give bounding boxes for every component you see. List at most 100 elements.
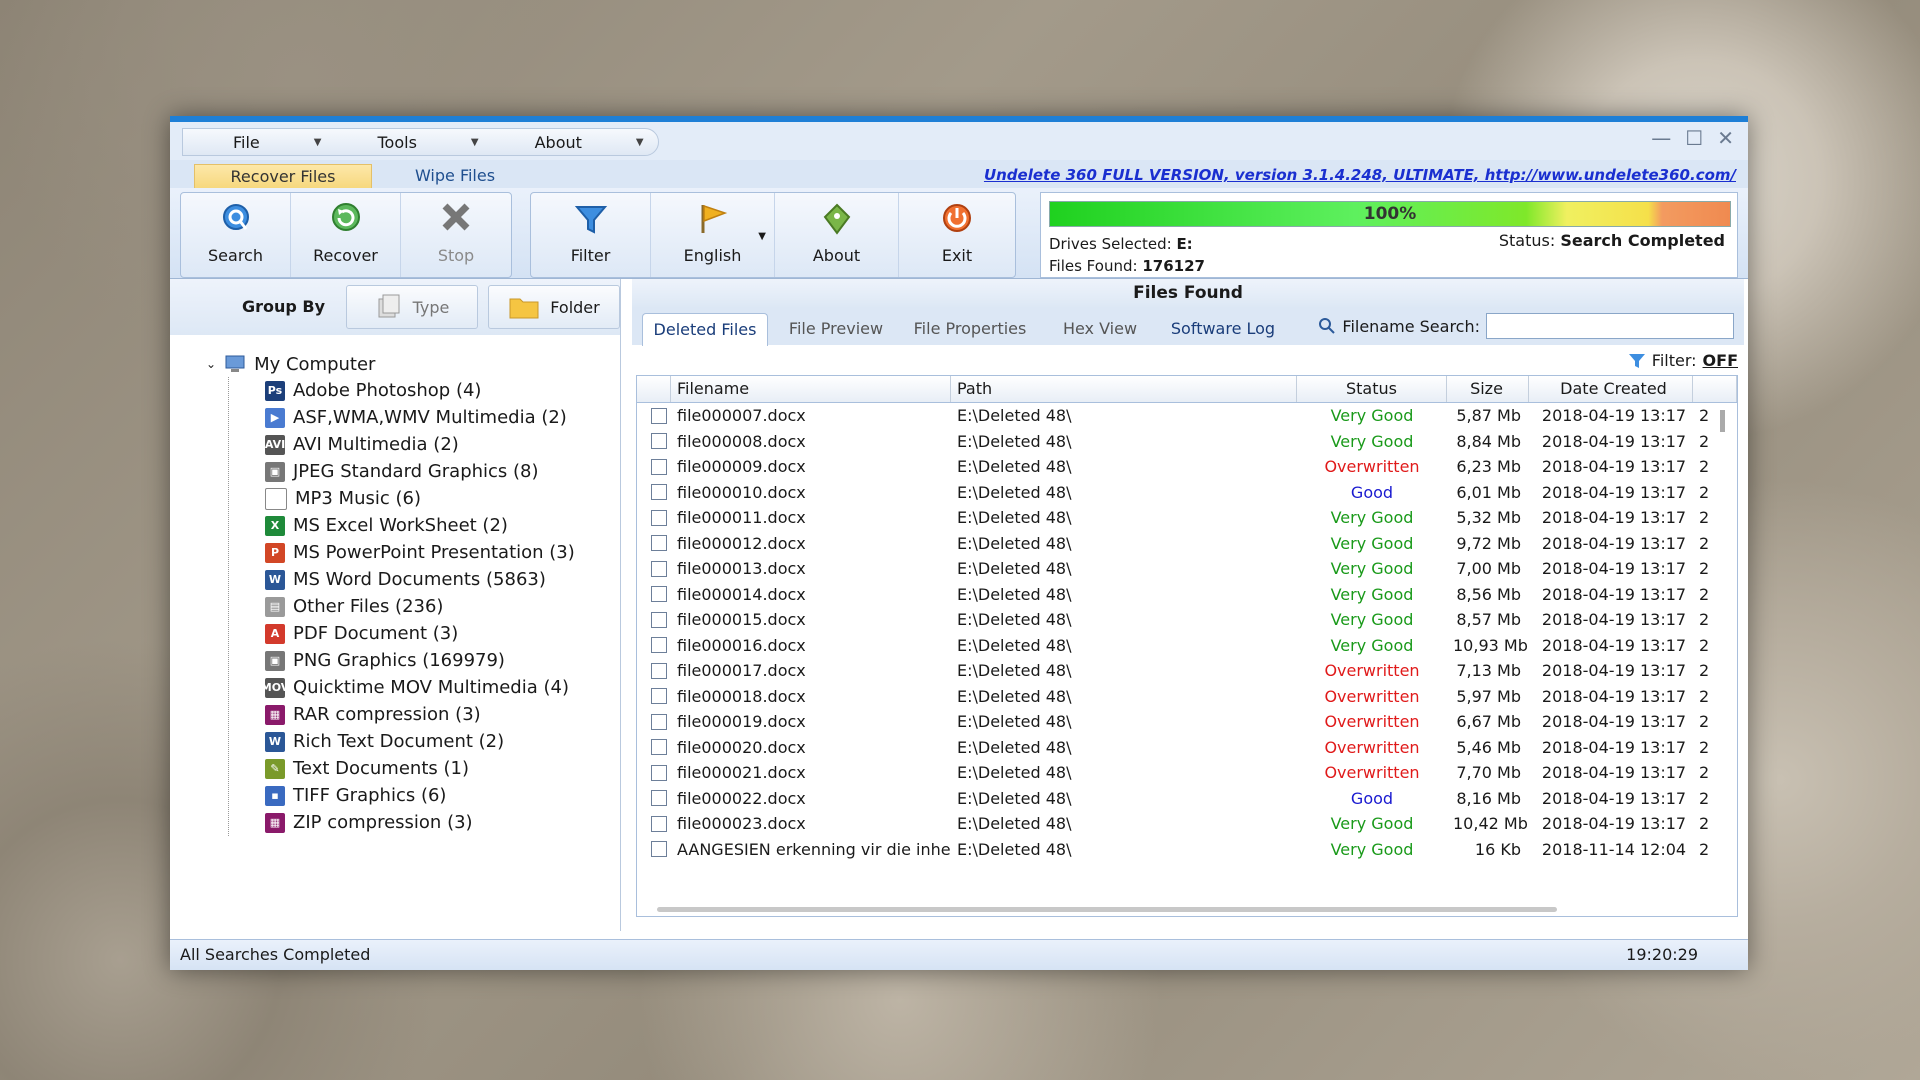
tab-hex-view[interactable]: Hex View <box>1050 313 1150 345</box>
table-row[interactable]: file000011.docx E:\Deleted 48\ Very Good 5,… <box>637 505 1737 531</box>
tree-item[interactable]: P MS PowerPoint Presentation (3) <box>265 539 575 566</box>
table-row[interactable]: file000010.docx E:\Deleted 48\ Good 6,01 Mb… <box>637 480 1737 506</box>
header-size[interactable]: Size <box>1447 376 1529 402</box>
group-by-folder-button[interactable]: Folder <box>488 285 620 329</box>
row-checkbox[interactable] <box>651 509 667 526</box>
header-status[interactable]: Status <box>1297 376 1447 402</box>
row-checkbox[interactable] <box>651 688 667 705</box>
tree-root-my-computer[interactable]: ⌄ My Computer <box>206 351 575 377</box>
version-link[interactable]: Undelete 360 FULL VERSION, version 3.1.4… <box>984 166 1736 184</box>
tree-item[interactable]: MOV Quicktime MOV Multimedia (4) <box>261 674 575 701</box>
filter-value[interactable]: OFF <box>1703 351 1738 370</box>
tree-item[interactable]: ▦ RAR compression (3) <box>265 701 575 728</box>
table-row[interactable]: file000014.docx E:\Deleted 48\ Very Good 8,… <box>637 582 1737 608</box>
table-row[interactable]: file000022.docx E:\Deleted 48\ Good 8,16 Mb… <box>637 786 1737 812</box>
group-by-type-button[interactable]: Type <box>346 285 478 329</box>
cell-extra: 2 <box>1699 814 1710 834</box>
filename-search-input[interactable] <box>1486 313 1734 339</box>
maximize-icon[interactable]: ☐ <box>1685 126 1703 150</box>
search-button[interactable]: Search <box>181 193 291 277</box>
menu-about[interactable]: About ▼ <box>535 133 644 152</box>
tree-item[interactable]: A PDF Document (3) <box>265 620 575 647</box>
tab-file-properties[interactable]: File Properties <box>902 313 1038 345</box>
row-checkbox[interactable] <box>651 433 667 450</box>
language-button[interactable]: English ▼ <box>651 193 775 277</box>
tree-item[interactable]: Ps Adobe Photoshop (4) <box>265 377 575 404</box>
cell-date-created: 2018-04-19 13:17 <box>1541 559 1687 579</box>
filter-status[interactable]: Filter: OFF <box>1628 351 1738 370</box>
row-checkbox[interactable] <box>651 815 667 832</box>
filter-button[interactable]: Filter <box>531 193 651 277</box>
tab-software-log[interactable]: Software Log <box>1158 313 1288 345</box>
tab-deleted-files[interactable]: Deleted Files <box>642 313 768 346</box>
cell-path: E:\Deleted 48\ <box>957 788 1072 808</box>
menu-tools[interactable]: Tools ▼ <box>377 133 478 152</box>
row-checkbox[interactable] <box>651 560 667 577</box>
tree-item[interactable]: W Rich Text Document (2) <box>265 728 575 755</box>
row-checkbox[interactable] <box>651 841 667 858</box>
table-row[interactable]: file000023.docx E:\Deleted 48\ Very Good 10… <box>637 811 1737 837</box>
tree-item[interactable]: ✎ Text Documents (1) <box>265 755 575 782</box>
row-checkbox[interactable] <box>651 739 667 756</box>
tree-item[interactable]: X MS Excel WorkSheet (2) <box>265 512 575 539</box>
drives-selected: Drives Selected: E: <box>1049 235 1193 253</box>
filter-icon <box>1628 353 1645 368</box>
chevron-down-icon[interactable]: ⌄ <box>206 357 216 371</box>
table-row[interactable]: file000021.docx E:\Deleted 48\ Overwritten… <box>637 760 1737 786</box>
cell-filename: file000009.docx <box>677 457 806 477</box>
table-row[interactable]: file000008.docx E:\Deleted 48\ Very Good 8,… <box>637 429 1737 455</box>
row-checkbox[interactable] <box>651 713 667 730</box>
table-row[interactable]: file000019.docx E:\Deleted 48\ Overwritten… <box>637 709 1737 735</box>
tab-wipe-files[interactable]: Wipe Files <box>380 164 530 188</box>
recover-button[interactable]: Recover <box>291 193 401 277</box>
row-checkbox[interactable] <box>651 535 667 552</box>
tree-item[interactable]: W MS Word Documents (5863) <box>265 566 575 593</box>
flag-icon <box>701 204 727 233</box>
row-checkbox[interactable] <box>651 586 667 603</box>
table-row[interactable]: file000017.docx E:\Deleted 48\ Overwritten… <box>637 658 1737 684</box>
table-row[interactable]: file000009.docx E:\Deleted 48\ Overwritten… <box>637 454 1737 480</box>
tab-recover-files[interactable]: Recover Files <box>194 164 372 190</box>
table-row[interactable]: file000012.docx E:\Deleted 48\ Very Good 9,… <box>637 531 1737 557</box>
row-checkbox[interactable] <box>651 458 667 475</box>
row-checkbox[interactable] <box>651 637 667 654</box>
table-row[interactable]: file000016.docx E:\Deleted 48\ Very Good 10… <box>637 633 1737 659</box>
table-row[interactable]: file000007.docx E:\Deleted 48\ Very Good 5,… <box>637 403 1737 429</box>
close-icon[interactable]: ✕ <box>1717 126 1734 150</box>
table-row[interactable]: file000015.docx E:\Deleted 48\ Very Good 8,… <box>637 607 1737 633</box>
row-checkbox[interactable] <box>651 764 667 781</box>
exit-button[interactable]: Exit <box>899 193 1015 277</box>
tree-item-label: MS Excel WorkSheet (2) <box>293 515 508 536</box>
tree-item-label: MS Word Documents (5863) <box>293 569 546 590</box>
tree-item[interactable]: ▣ PNG Graphics (169979) <box>265 647 575 674</box>
tree-item[interactable]: AVI AVI Multimedia (2) <box>265 431 575 458</box>
tree-item[interactable]: ▶ ASF,WMA,WMV Multimedia (2) <box>265 404 575 431</box>
tree-item[interactable]: ▤ Other Files (236) <box>265 593 575 620</box>
row-checkbox[interactable] <box>651 484 667 501</box>
cell-status: Very Good <box>1330 508 1414 528</box>
minimize-icon[interactable]: — <box>1651 126 1671 150</box>
cell-path: E:\Deleted 48\ <box>957 814 1072 834</box>
table-row[interactable]: file000013.docx E:\Deleted 48\ Very Good 7,… <box>637 556 1737 582</box>
table-row[interactable]: file000020.docx E:\Deleted 48\ Overwritten… <box>637 735 1737 761</box>
about-button[interactable]: About <box>775 193 899 277</box>
tree-item[interactable]: ▣ JPEG Standard Graphics (8) <box>265 458 575 485</box>
tree-item[interactable]: ▪ TIFF Graphics (6) <box>265 782 575 809</box>
tab-file-preview[interactable]: File Preview <box>776 313 896 345</box>
row-checkbox[interactable] <box>651 662 667 679</box>
menu-file[interactable]: File ▼ <box>233 133 321 152</box>
table-row[interactable]: AANGESIEN erkenning vir die inher… E:\Del… <box>637 837 1737 863</box>
header-filename[interactable]: Filename <box>671 376 951 402</box>
stop-button[interactable]: Stop <box>401 193 511 277</box>
header-date-created[interactable]: Date Created <box>1529 376 1693 402</box>
header-path[interactable]: Path <box>951 376 1297 402</box>
row-checkbox[interactable] <box>651 407 667 424</box>
row-checkbox[interactable] <box>651 790 667 807</box>
tree-item[interactable]: MP3 Music (6) <box>265 485 575 512</box>
tree-item[interactable]: ▦ ZIP compression (3) <box>265 809 575 836</box>
table-row[interactable]: file000018.docx E:\Deleted 48\ Overwritten… <box>637 684 1737 710</box>
horizontal-scrollbar[interactable] <box>657 907 1557 912</box>
group-by-label: Group By <box>242 297 326 316</box>
vertical-scrollbar[interactable] <box>1720 410 1725 432</box>
row-checkbox[interactable] <box>651 611 667 628</box>
